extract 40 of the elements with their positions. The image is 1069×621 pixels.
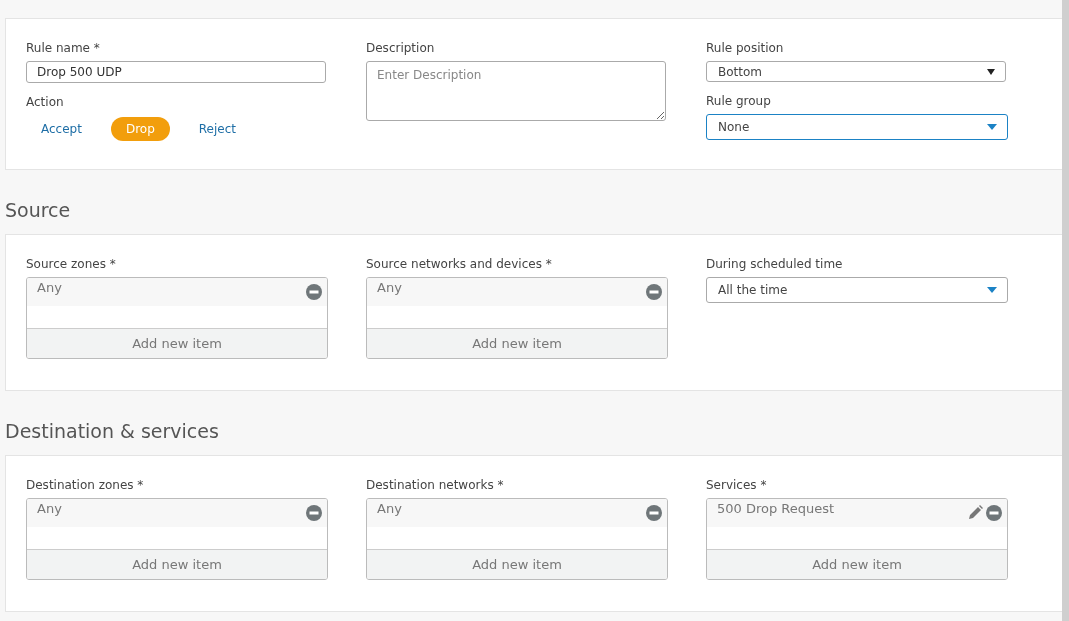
section-heading: Destination & services <box>5 419 220 443</box>
dropdown[interactable]: None <box>706 114 1008 140</box>
field-label: Source zones * <box>26 257 116 271</box>
remove-icon[interactable] <box>306 284 322 300</box>
remove-icon[interactable] <box>646 505 662 521</box>
field-label: Action <box>26 95 64 109</box>
action-option[interactable]: Accept <box>26 117 97 141</box>
add-item-button[interactable]: Add new item <box>27 328 327 358</box>
caret-icon <box>987 124 997 130</box>
dropdown[interactable]: Bottom <box>706 61 1006 82</box>
field-label: Rule group <box>706 94 771 108</box>
list-item: Any <box>37 501 63 516</box>
add-item-button[interactable]: Add new item <box>27 549 327 579</box>
add-item-button[interactable]: Add new item <box>367 328 667 358</box>
description-field[interactable]: Enter Description <box>366 61 666 121</box>
field-label: Rule name * <box>26 41 100 55</box>
remove-icon[interactable] <box>306 505 322 521</box>
pencil-icon[interactable] <box>967 505 983 521</box>
scrollbar[interactable] <box>1062 0 1069 621</box>
field-label: Destination zones * <box>26 478 144 492</box>
field-label: Source networks and devices * <box>366 257 552 271</box>
list-item: Any <box>377 501 403 516</box>
list-item: Any <box>377 280 403 295</box>
action-option[interactable]: Reject <box>183 117 251 141</box>
section-heading: Source <box>5 198 72 222</box>
dropdown[interactable]: All the time <box>706 277 1008 303</box>
remove-icon[interactable] <box>986 505 1002 521</box>
field-label: Destination networks * <box>366 478 504 492</box>
field-label: During scheduled time <box>706 257 843 271</box>
field-label: Rule position <box>706 41 784 55</box>
add-item-button[interactable]: Add new item <box>367 549 667 579</box>
caret-icon <box>987 287 997 293</box>
list-item: Any <box>37 280 63 295</box>
list-item: 500 Drop Request <box>717 501 836 516</box>
field-label: Services * <box>706 478 767 492</box>
field-label: Description <box>366 41 435 55</box>
rule-name-field[interactable]: Drop 500 UDP <box>26 61 326 83</box>
caret-icon <box>987 68 995 75</box>
remove-icon[interactable] <box>646 284 662 300</box>
add-item-button[interactable]: Add new item <box>707 549 1007 579</box>
